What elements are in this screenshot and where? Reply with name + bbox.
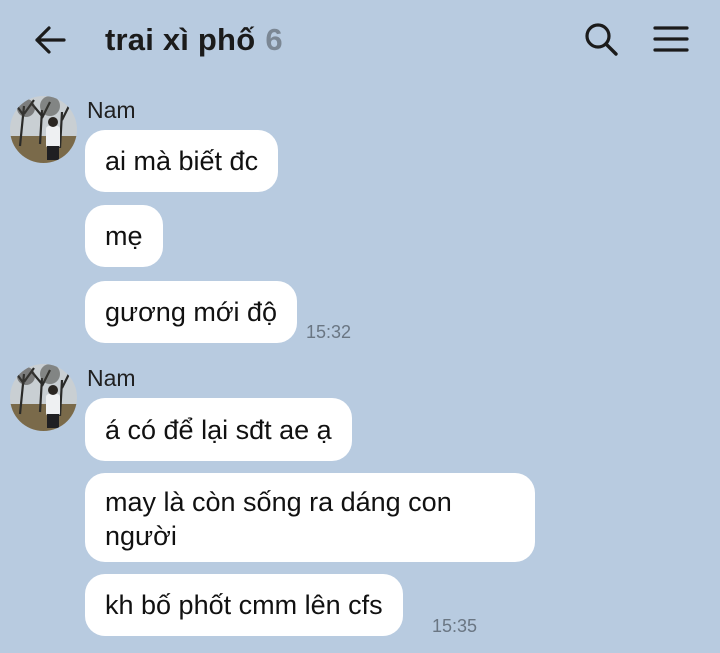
- hamburger-menu-icon: [653, 26, 689, 52]
- message-timestamp: 15:32: [306, 322, 352, 342]
- sender-name: Nam: [87, 97, 136, 123]
- message-bubble[interactable]: kh bố phốt cmm lên cfs: [85, 574, 403, 636]
- message-bubble[interactable]: á có để lại sđt ae ạ: [85, 398, 352, 461]
- chat-title[interactable]: trai xì phố 6: [105, 18, 283, 62]
- avatar-photo-icon: [10, 96, 77, 163]
- chat-header: trai xì phố 6: [0, 0, 720, 80]
- message-bubble[interactable]: gương mới độ: [85, 281, 298, 343]
- member-count: 6: [265, 22, 283, 57]
- avatar[interactable]: [10, 96, 77, 163]
- arrow-left-icon: [35, 26, 66, 54]
- menu-button[interactable]: [650, 18, 692, 60]
- message-text: ai mà biết đc: [105, 146, 259, 176]
- group-name: trai xì phố: [105, 22, 256, 57]
- avatar[interactable]: [10, 364, 77, 431]
- message-text: gương mới độ: [105, 297, 278, 327]
- message-bubble[interactable]: ai mà biết đc: [85, 130, 279, 192]
- search-icon: [585, 23, 618, 56]
- message-text: kh bố phốt cmm lên cfs: [105, 590, 383, 620]
- message-bubble[interactable]: may là còn sống ra dáng con người: [85, 473, 535, 562]
- message-text: mẹ: [105, 221, 143, 251]
- message-timestamp: 15:35: [432, 616, 478, 636]
- avatar-photo-icon: [10, 364, 77, 431]
- message-text: á có để lại sđt ae ạ: [105, 414, 332, 445]
- sender-name: Nam: [87, 365, 136, 391]
- message-text: may là còn sống ra dáng con người: [105, 487, 452, 551]
- message-bubble[interactable]: mẹ: [85, 205, 163, 267]
- search-button[interactable]: [580, 18, 622, 60]
- back-button[interactable]: [30, 20, 70, 60]
